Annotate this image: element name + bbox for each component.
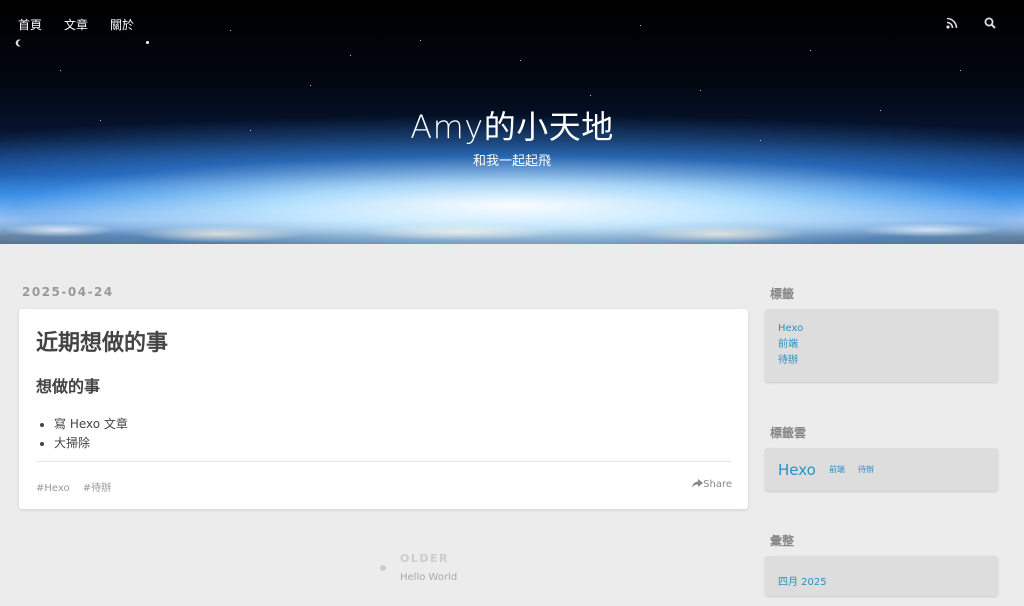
main-nav: 首頁 文章 關於 bbox=[18, 16, 156, 33]
share-button[interactable]: Share bbox=[692, 479, 732, 490]
rss-icon[interactable] bbox=[946, 14, 960, 29]
older-post-title[interactable]: Hello World bbox=[400, 572, 457, 583]
site-subtitle: 和我一起起飛 bbox=[472, 154, 551, 169]
tags-widget: Hexo 前端 待辦 bbox=[765, 309, 998, 382]
post-tag-todo[interactable]: #待辦 bbox=[83, 483, 111, 494]
nav-actions bbox=[946, 14, 998, 29]
older-label: OLDER bbox=[400, 552, 449, 565]
nav-articles-link[interactable]: 文章 bbox=[64, 16, 88, 33]
tagcloud-widget: Hexo 前端 待辦 bbox=[765, 448, 998, 491]
list-item: 寫 Hexo 文章 bbox=[54, 415, 731, 434]
post-title[interactable]: 近期想做的事 bbox=[36, 325, 731, 357]
tag-link-todo[interactable]: 待辦 bbox=[778, 353, 985, 369]
archive-link-april-2025[interactable]: 四月 2025 bbox=[778, 577, 827, 588]
search-icon[interactable] bbox=[984, 14, 998, 29]
post-tag-hexo[interactable]: #Hexo bbox=[36, 483, 70, 494]
site-title: Amy的小天地 bbox=[410, 108, 614, 146]
tagcloud-item-todo[interactable]: 待辦 bbox=[858, 465, 874, 474]
tagcloud-widget-title: 標籤雲 bbox=[770, 426, 807, 440]
list-item: 大掃除 bbox=[54, 434, 731, 453]
post-card: 近期想做的事 想做的事 寫 Hexo 文章 大掃除 #Hexo #待辦 Shar… bbox=[19, 309, 748, 509]
tag-link-frontend[interactable]: 前端 bbox=[778, 337, 985, 353]
tagcloud-item-hexo[interactable]: Hexo bbox=[778, 461, 816, 479]
tags-widget-title: 標籤 bbox=[770, 287, 795, 301]
post-date[interactable]: 2025-04-24 bbox=[22, 285, 114, 299]
post-subheading: 想做的事 bbox=[36, 377, 101, 396]
cloud-layer bbox=[0, 216, 1024, 244]
share-icon bbox=[692, 479, 704, 488]
pagination-dot bbox=[380, 565, 386, 571]
tag-link-hexo[interactable]: Hexo bbox=[778, 321, 985, 337]
moon-icon bbox=[15, 39, 21, 47]
post-divider bbox=[36, 461, 731, 462]
post-list: 寫 Hexo 文章 大掃除 bbox=[54, 415, 731, 453]
archive-widget: 四月 2025 bbox=[765, 556, 998, 596]
tagcloud-item-frontend[interactable]: 前端 bbox=[829, 465, 845, 474]
nav-about-link[interactable]: 關於 bbox=[110, 16, 134, 33]
archive-widget-title: 彙整 bbox=[770, 534, 795, 548]
share-label: Share bbox=[703, 479, 732, 490]
post-tags: #Hexo #待辦 bbox=[36, 479, 121, 494]
nav-home-link[interactable]: 首頁 bbox=[18, 16, 42, 33]
header-banner: 首頁 文章 關於 Amy的小天地 和我一起起飛 bbox=[0, 0, 1024, 244]
